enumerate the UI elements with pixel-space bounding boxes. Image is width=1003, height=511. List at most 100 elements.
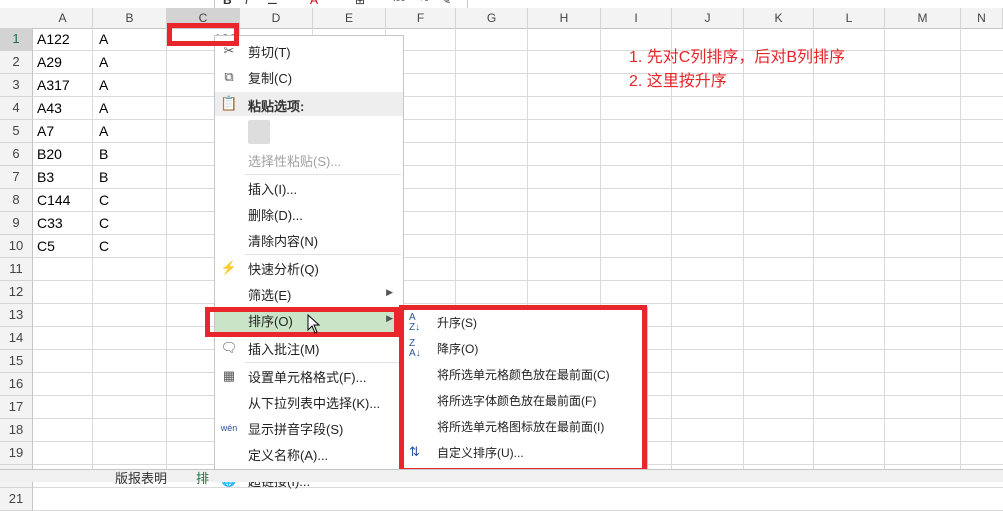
column-header-j[interactable]: J [672, 8, 744, 28]
cell-a2[interactable]: A29 [37, 51, 62, 73]
column-header-l[interactable]: L [814, 8, 885, 28]
column-header-i[interactable]: I [601, 8, 672, 28]
row-header-3[interactable]: 3 [0, 74, 33, 97]
cell-b6[interactable]: B [99, 143, 108, 165]
row-header-15[interactable]: 15 [0, 350, 33, 373]
menu-item-define-name[interactable]: 定义名称(A)... [215, 441, 403, 467]
column-header-a[interactable]: A [33, 8, 93, 28]
paste-options-header: 📋 粘贴选项: [215, 92, 403, 116]
grid-line [33, 165, 1003, 166]
cell-a5[interactable]: A7 [37, 120, 54, 142]
row-header-7[interactable]: 7 [0, 166, 33, 189]
cell-b9[interactable]: C [99, 212, 109, 234]
row-header-5[interactable]: 5 [0, 120, 33, 143]
grid-line [33, 211, 1003, 212]
grid-line [92, 28, 93, 469]
row-header-14[interactable]: 14 [0, 327, 33, 350]
menu-item-format-cells[interactable]: ▦ 设置单元格格式(F)... [215, 363, 403, 389]
column-header-h[interactable]: H [528, 8, 601, 28]
bold-button[interactable]: B [223, 0, 232, 7]
column-header-n[interactable]: N [961, 8, 1003, 28]
cell-a4[interactable]: A43 [37, 97, 62, 119]
format-painter-icon[interactable]: ✎ [441, 0, 451, 7]
grid-line [671, 28, 672, 469]
submenu-arrow-icon: ▶ [386, 287, 393, 297]
menu-item-copy[interactable]: ⧉ 复制(C) [215, 64, 403, 90]
cell-b10[interactable]: C [99, 235, 109, 257]
sheet-tab-2[interactable]: 排 [196, 468, 209, 487]
column-header-bar: ABCDEFGHIJKLMN [0, 8, 1003, 29]
column-header-g[interactable]: G [456, 8, 528, 28]
align-center-icon[interactable]: ☰ [267, 0, 278, 7]
column-header-b[interactable]: B [93, 8, 167, 28]
grid-line [33, 50, 1003, 51]
row-header-2[interactable]: 2 [0, 51, 33, 74]
menu-item-pick-from-list[interactable]: 从下拉列表中选择(K)... [215, 389, 403, 415]
menu-item-clear-contents[interactable]: 清除内容(N) [215, 227, 403, 253]
paste-clipboard-icon[interactable] [248, 120, 270, 144]
cell-a10[interactable]: C5 [37, 235, 55, 257]
row-header-17[interactable]: 17 [0, 396, 33, 419]
row-header-11[interactable]: 11 [0, 258, 33, 281]
annotation-note-2: 2. 这里按升序 [629, 73, 727, 90]
column-header-e[interactable]: E [313, 8, 386, 28]
row-header-16[interactable]: 16 [0, 373, 33, 396]
format-cells-icon: ▦ [222, 368, 236, 383]
cell-a9[interactable]: C33 [37, 212, 63, 234]
cell-a6[interactable]: B20 [37, 143, 62, 165]
cell-b5[interactable]: A [99, 120, 108, 142]
row-header-10[interactable]: 10 [0, 235, 33, 258]
grid-line [33, 119, 1003, 120]
menu-item-filter[interactable]: 筛选(E) ▶ [215, 281, 403, 307]
row-header-1[interactable]: 1 [0, 28, 33, 51]
column-header-d[interactable]: D [240, 8, 313, 28]
menu-item-cut[interactable]: ✂ 剪切(T) [215, 38, 403, 64]
row-header-12[interactable]: 12 [0, 281, 33, 304]
copy-icon: ⧉ [224, 69, 234, 84]
sheet-tab-1[interactable]: 版报表明 [115, 468, 167, 487]
italic-button[interactable]: I [245, 0, 248, 7]
row-header-4[interactable]: 4 [0, 97, 33, 120]
grid-line [743, 28, 744, 469]
spreadsheet: B I ☰ A ⊞ .00 →0 ✎ ABCDEFGHIJKLMN 123456… [0, 0, 1003, 511]
column-header-m[interactable]: M [885, 8, 961, 28]
cell-a7[interactable]: B3 [37, 166, 54, 188]
row-header-6[interactable]: 6 [0, 143, 33, 166]
cell-b7[interactable]: B [99, 166, 108, 188]
row-header-13[interactable]: 13 [0, 304, 33, 327]
menu-item-insert[interactable]: 插入(I)... [215, 175, 403, 201]
cell-a8[interactable]: C144 [37, 189, 70, 211]
mouse-cursor-icon [307, 314, 321, 334]
cell-b2[interactable]: A [99, 51, 108, 73]
font-color-icon[interactable]: A [310, 0, 318, 7]
sheet-tab-bar: 版报表明 排 [0, 469, 1003, 486]
menu-item-delete[interactable]: 删除(D)... [215, 201, 403, 227]
menu-item-phonetic[interactable]: wén 显示拼音字段(S) [215, 415, 403, 441]
cell-b8[interactable]: C [99, 189, 109, 211]
cell-a3[interactable]: A317 [37, 74, 70, 96]
row-header-9[interactable]: 9 [0, 212, 33, 235]
paste-icon: 📋 [220, 95, 238, 111]
increase-decimal-icon[interactable]: →0 [415, 0, 429, 3]
menu-item-insert-comment[interactable]: 🗨 插入批注(M) [215, 335, 403, 361]
row-header-18[interactable]: 18 [0, 419, 33, 442]
grid-line [33, 142, 1003, 143]
grid-line [33, 257, 1003, 258]
row-header-8[interactable]: 8 [0, 189, 33, 212]
grid-line [813, 28, 814, 469]
highlight-box-sort-submenu [399, 305, 647, 473]
column-header-f[interactable]: F [386, 8, 456, 28]
cell-b4[interactable]: A [99, 97, 108, 119]
grid-line [960, 28, 961, 469]
column-header-k[interactable]: K [744, 8, 814, 28]
borders-icon[interactable]: ⊞ [355, 0, 365, 7]
cell-b3[interactable]: A [99, 74, 108, 96]
row-header-19[interactable]: 19 [0, 442, 33, 465]
menu-item-quick-analysis[interactable]: ⚡ 快速分析(Q) [215, 255, 403, 281]
menu-item-paste-special: 选择性粘贴(S)... [248, 154, 342, 169]
decrease-decimal-icon[interactable]: .00 [393, 0, 406, 3]
row-header-21[interactable]: 21 [0, 488, 33, 511]
context-menu: ✂ 剪切(T) ⧉ 复制(C) 📋 粘贴选项: 选择性粘贴(S)... 插入(I… [214, 35, 404, 489]
cell-a1[interactable]: A122 [37, 28, 70, 50]
cell-b1[interactable]: A [99, 28, 108, 50]
